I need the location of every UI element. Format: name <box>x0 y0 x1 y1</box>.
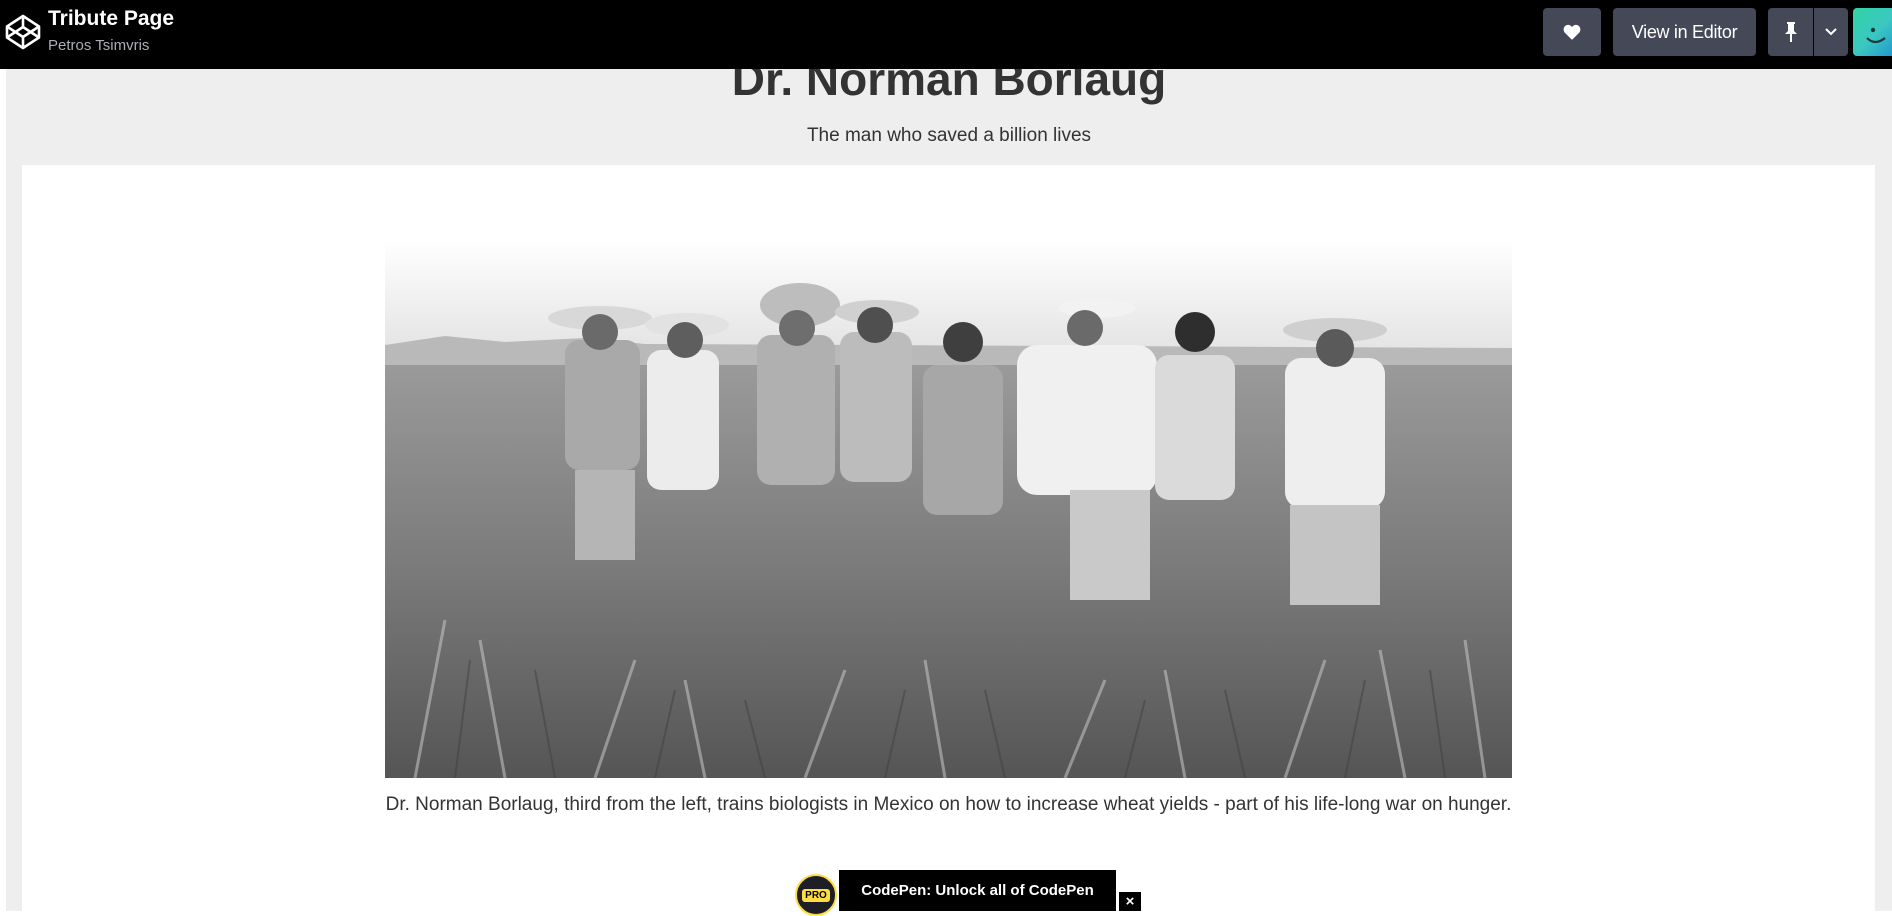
promo-link[interactable]: CodePen: Unlock all of CodePen <box>839 870 1116 911</box>
photo-caption: Dr. Norman Borlaug, third from the left,… <box>385 794 1512 815</box>
borlaug-photo <box>385 240 1512 778</box>
page-subtitle: The man who saved a billion lives <box>806 125 1092 146</box>
page-title: Dr. Norman Borlaug <box>731 69 1167 105</box>
pin-icon <box>1784 22 1797 42</box>
codepen-logo-icon[interactable] <box>4 13 42 51</box>
user-avatar[interactable] <box>1853 8 1892 56</box>
close-icon[interactable]: × <box>1119 892 1141 911</box>
codepen-header: Tribute Page Petros Tsimvris View in Edi… <box>0 0 1892 69</box>
pro-badge-label: PRO <box>802 888 830 902</box>
pin-options-dropdown[interactable] <box>1814 8 1848 56</box>
like-button[interactable] <box>1543 8 1601 56</box>
heart-icon <box>1563 24 1581 40</box>
smiley-face-icon <box>1866 27 1886 44</box>
view-in-editor-button[interactable]: View in Editor <box>1613 8 1756 56</box>
pen-author-link[interactable]: Petros Tsimvris <box>48 36 149 56</box>
chevron-down-icon <box>1825 28 1837 36</box>
pro-badge: PRO <box>795 874 837 916</box>
pen-title: Tribute Page <box>48 7 175 30</box>
pin-button[interactable] <box>1768 8 1813 56</box>
tribute-page: Dr. Norman Borlaug The man who saved a b… <box>6 69 1892 911</box>
image-card: Dr. Norman Borlaug, third from the left,… <box>22 165 1875 911</box>
codepen-pro-promo[interactable]: PRO CodePen: Unlock all of CodePen <box>795 870 1122 916</box>
wheat-field-photo <box>385 240 1512 778</box>
